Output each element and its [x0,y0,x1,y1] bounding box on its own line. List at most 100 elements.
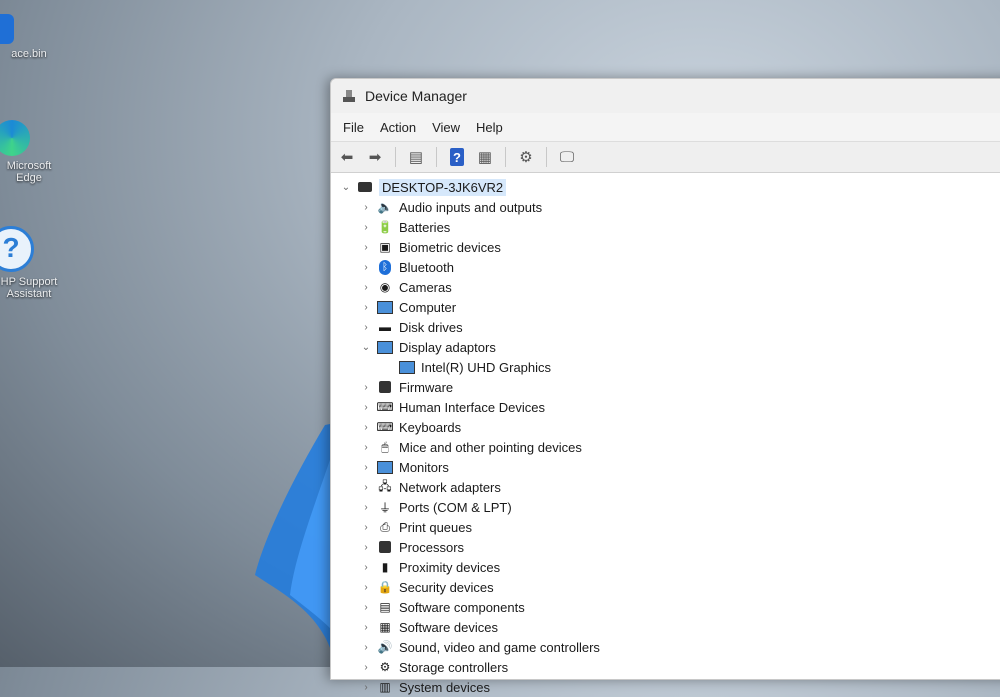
properties-icon: ▤ [408,149,424,166]
speaker-icon: 🔈 [377,200,393,214]
chevron-right-icon[interactable]: › [359,282,373,293]
edge-icon [0,120,30,156]
tree-root[interactable]: ⌄ DESKTOP-3JK6VR2 [331,177,1000,197]
tree-category-label: Sound, video and game controllers [399,639,600,655]
tree-category[interactable]: › 🔈 Audio inputs and outputs [331,197,1000,217]
toolbar-separator [505,147,506,167]
tree-category[interactable]: › 🖧 Network adapters [331,477,1000,497]
camera-icon: ◉ [379,280,391,294]
tree-category[interactable]: › ᛒ Bluetooth [331,257,1000,277]
tree-category-label: Bluetooth [399,259,454,275]
tree-category[interactable]: › Processors [331,537,1000,557]
fingerprint-icon: ▣ [379,240,391,254]
disk-drive-icon: ▬ [379,320,391,334]
chevron-right-icon[interactable]: › [359,402,373,413]
mouse-icon: 🖱 [381,439,389,454]
tree-category[interactable]: › 🔋 Batteries [331,217,1000,237]
desktop-icon-support[interactable]: ? HP Support Assistant [0,226,64,300]
menu-action[interactable]: Action [372,120,424,135]
scan-hardware-button[interactable]: 🖵 [555,146,579,168]
forward-button[interactable]: ➡ [363,146,387,168]
chevron-right-icon[interactable]: › [359,682,373,693]
menu-view[interactable]: View [424,120,468,135]
chevron-right-icon[interactable]: › [359,642,373,653]
tree-category[interactable]: › ◉ Cameras [331,277,1000,297]
properties-button[interactable]: ▤ [404,146,428,168]
tree-category[interactable]: › Firmware [331,377,1000,397]
chevron-down-icon[interactable]: ⌄ [339,182,353,193]
tree-category-label: Ports (COM & LPT) [399,499,512,515]
tree-category[interactable]: › 🔒 Security devices [331,577,1000,597]
tree-category-label: Security devices [399,579,494,595]
tree-category[interactable]: › ▣ Biometric devices [331,237,1000,257]
help-button[interactable]: ? [450,148,464,166]
tree-category[interactable]: › ▮ Proximity devices [331,557,1000,577]
tree-category[interactable]: › Monitors [331,457,1000,477]
chevron-right-icon[interactable]: › [359,262,373,273]
security-device-icon: 🔒 [377,580,393,594]
tree-category[interactable]: › ⚙ Storage controllers [331,657,1000,677]
chevron-right-icon[interactable]: › [359,542,373,553]
chevron-right-icon[interactable]: › [359,562,373,573]
toolbar-separator [546,147,547,167]
tree-category[interactable]: › ▦ Software devices [331,617,1000,637]
chevron-right-icon[interactable]: › [359,302,373,313]
tree-category[interactable]: ⌄ Display adaptors [331,337,1000,357]
tree-category[interactable]: › Computer [331,297,1000,317]
chevron-down-icon[interactable]: ⌄ [359,342,373,353]
computer-icon [377,299,393,315]
display-adapter-icon [377,339,393,355]
toolbar: ⬅ ➡ ▤ ? ▦ ⚙ 🖵 [331,142,1000,173]
tree-category-label: Disk drives [399,319,463,335]
chevron-right-icon[interactable]: › [359,622,373,633]
update-driver-button[interactable]: ⚙ [514,146,538,168]
chevron-right-icon[interactable]: › [359,502,373,513]
menu-help[interactable]: Help [468,120,511,135]
tree-category-label: Storage controllers [399,659,509,675]
tree-root-label: DESKTOP-3JK6VR2 [379,178,507,196]
desktop-icon-label: HP Support Assistant [0,276,58,300]
chevron-right-icon[interactable]: › [359,422,373,433]
tree-category-label: Cameras [399,279,452,295]
tree-category[interactable]: › ▥ System devices [331,677,1000,697]
tree-device[interactable]: Intel(R) UHD Graphics [331,357,1000,377]
view-button[interactable]: ▦ [473,146,497,168]
tree-category[interactable]: › ▬ Disk drives [331,317,1000,337]
chevron-right-icon[interactable]: › [359,442,373,453]
display-adapter-icon [399,359,415,375]
chevron-right-icon[interactable]: › [359,582,373,593]
tree-category[interactable]: › ⏚ Ports (COM & LPT) [331,497,1000,517]
update-driver-icon: ⚙ [519,149,533,166]
processor-icon [377,539,393,555]
tree-category[interactable]: › 🖱 Mice and other pointing devices [331,437,1000,457]
storage-controller-icon: ⚙ [379,660,391,674]
tree-category[interactable]: › 🔊 Sound, video and game controllers [331,637,1000,657]
chevron-right-icon[interactable]: › [359,602,373,613]
app-icon [0,14,14,44]
tree-category-label: Processors [399,539,465,555]
tree-category[interactable]: › ⌨ Human Interface Devices [331,397,1000,417]
chevron-right-icon[interactable]: › [359,242,373,253]
chevron-right-icon[interactable]: › [359,222,373,233]
chevron-right-icon[interactable]: › [359,462,373,473]
chevron-right-icon[interactable]: › [359,202,373,213]
desktop-icon-app[interactable]: ace.bin [0,14,64,60]
support-assistant-icon: ? [0,226,34,272]
title-bar: Device Manager [331,79,1000,113]
tree-category[interactable]: › ⌨ Keyboards [331,417,1000,437]
desktop-icon-edge[interactable]: Microsoft Edge [0,120,64,184]
tree-category[interactable]: › ▤ Software components [331,597,1000,617]
chevron-right-icon[interactable]: › [359,482,373,493]
chevron-right-icon[interactable]: › [359,322,373,333]
chevron-right-icon[interactable]: › [359,382,373,393]
software-device-icon: ▦ [379,620,391,634]
tree-category[interactable]: › ⎙ Print queues [331,517,1000,537]
chevron-right-icon[interactable]: › [359,662,373,673]
tree-category-label: System devices [399,679,491,695]
proximity-icon: ▮ [381,560,389,574]
back-button[interactable]: ⬅ [335,146,359,168]
toolbar-separator [395,147,396,167]
chevron-right-icon[interactable]: › [359,522,373,533]
tree-category-label: Monitors [399,459,449,475]
menu-file[interactable]: File [335,120,372,135]
